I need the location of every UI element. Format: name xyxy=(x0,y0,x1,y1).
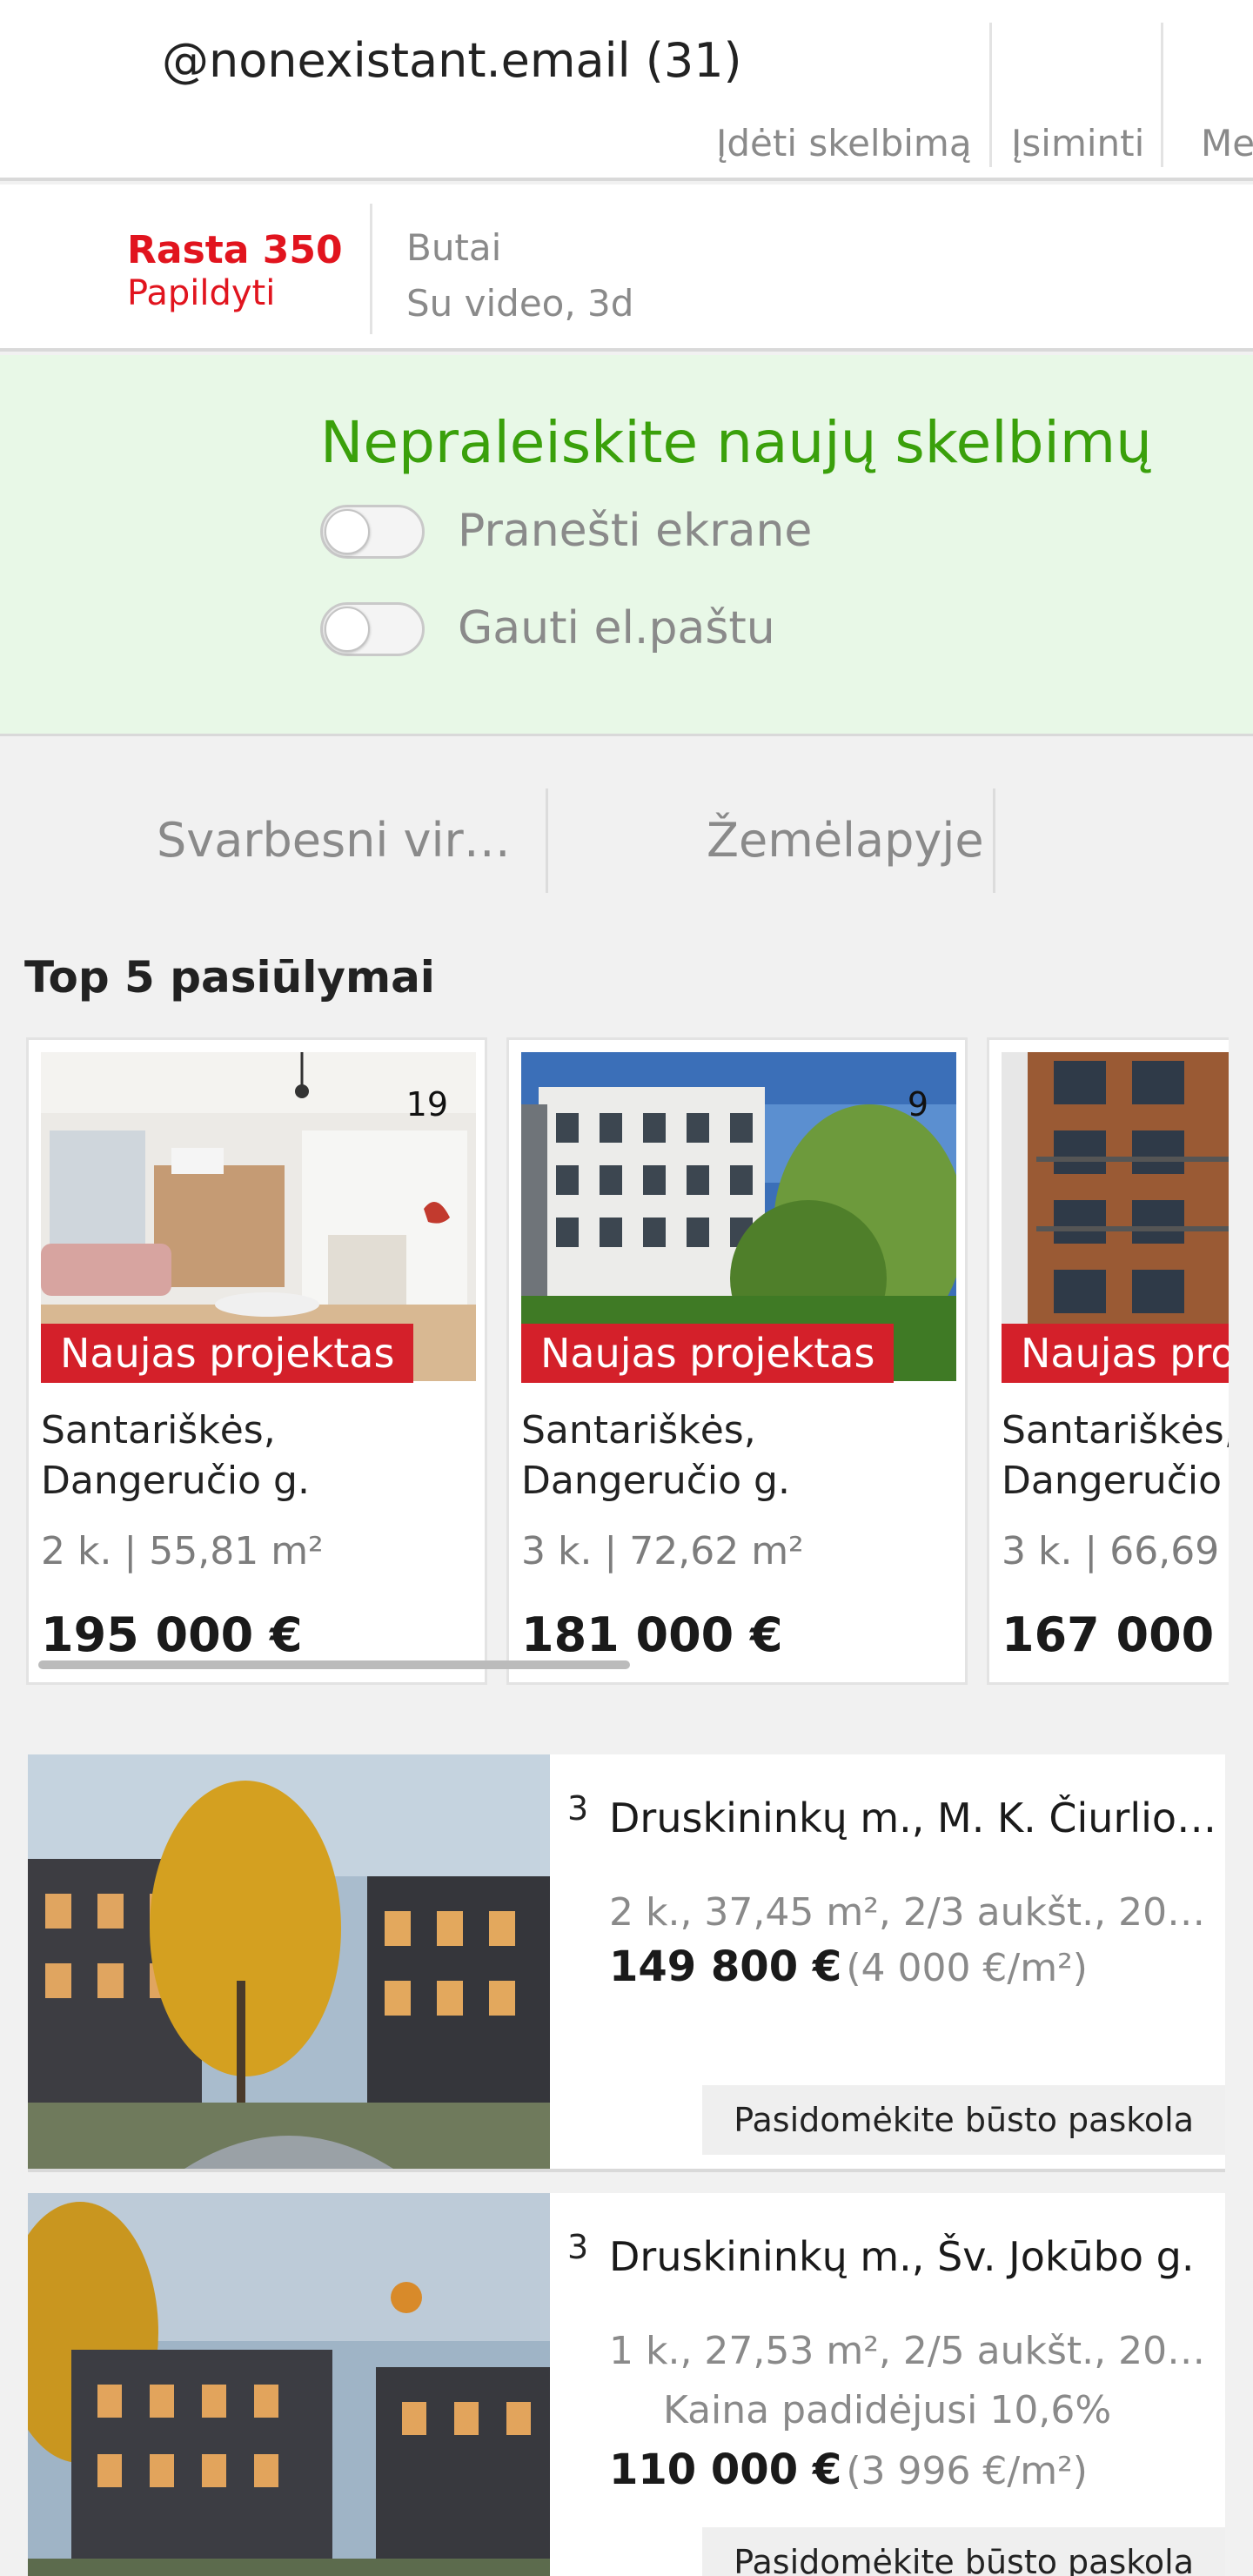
listing-photo xyxy=(28,2193,550,2576)
screen-notification-toggle[interactable] xyxy=(320,505,425,559)
listing-price: 181 000 € xyxy=(521,1607,783,1662)
new-listings-notification-panel: Nepraleiskite naujų skelbimų Pranešti ek… xyxy=(0,355,1253,736)
new-project-badge: Naujas projektas xyxy=(1002,1324,1229,1383)
top-offer-card[interactable]: 9 Naujas projektas Santariškės, Dangeruč… xyxy=(506,1037,968,1685)
listing-item[interactable]: 3 Druskininkų m., Šv. Jokūbo g. 1 k., 27… xyxy=(28,2193,1225,2576)
sort-divider xyxy=(993,788,995,893)
sort-divider xyxy=(546,788,548,893)
menu-link[interactable]: Me xyxy=(1201,122,1253,164)
listing-photo xyxy=(28,1754,550,2169)
top-offers-title: Top 5 pasiūlymai xyxy=(24,952,435,1003)
email-notification-label: Gauti el.paštu xyxy=(458,602,775,654)
photo-count: 3 xyxy=(567,2228,589,2266)
listing-price: 110 000 € xyxy=(609,2445,842,2494)
price-per-m2: (4 000 €/m²) xyxy=(846,1946,1088,1990)
address-line: Santariškės, xyxy=(1002,1408,1229,1452)
listing-price: 167 000 € xyxy=(1002,1607,1229,1662)
search-criteria-filters[interactable]: Su video, 3d xyxy=(406,282,633,325)
address-line: Dangeručio g. xyxy=(1002,1459,1229,1503)
photo-count: 3 xyxy=(567,1789,589,1828)
refine-search-link[interactable]: Papildyti xyxy=(127,273,275,313)
results-divider xyxy=(370,204,372,334)
mortgage-info-button[interactable]: Pasidomėkite būsto paskola xyxy=(702,2527,1225,2576)
results-count: Rasta 350 xyxy=(127,228,343,272)
screen-notification-label: Pranešti ekrane xyxy=(458,505,813,557)
user-email[interactable]: @nonexistant.email (31) xyxy=(162,33,742,88)
results-bar: Rasta 350 Papildyti Butai Su video, 3d xyxy=(0,184,1253,352)
address-line: Santariškės, xyxy=(41,1408,276,1452)
listing-title[interactable]: Druskininkų m., M. K. Čiurlionio g. xyxy=(609,1794,1218,1841)
email-notification-toggle[interactable] xyxy=(320,602,425,656)
carousel-scrollbar[interactable] xyxy=(38,1660,630,1669)
listing-specs: 2 k., 37,45 m², 2/3 aukšt., 2023 m. xyxy=(609,1890,1218,1935)
listing-price-line: 110 000 € (3 996 €/m²) xyxy=(609,2445,1088,2494)
top-header: @nonexistant.email (31) Įdėti skelbimą Į… xyxy=(0,0,1253,181)
listing-specs: 3 k. | 72,62 m² xyxy=(521,1529,804,1573)
listing-title[interactable]: Druskininkų m., Šv. Jokūbo g. xyxy=(609,2233,1218,2280)
toggle-knob xyxy=(325,607,370,652)
listing-price-line: 149 800 € (4 000 €/m²) xyxy=(609,1942,1088,1991)
page: @nonexistant.email (31) Įdėti skelbimą Į… xyxy=(0,0,1253,2576)
listing-item[interactable]: 3 Druskininkų m., M. K. Čiurlionio g. 2 … xyxy=(28,1754,1225,2172)
sort-map-bar: Svarbesni vir… Žemėlapyje xyxy=(0,740,1253,922)
address-line: Santariškės, xyxy=(521,1408,756,1452)
listing-specs: 3 k. | 66,69 m² xyxy=(1002,1529,1229,1573)
top-offer-card[interactable]: Naujas projektas Santariškės, Dangeručio… xyxy=(987,1037,1229,1685)
header-divider xyxy=(989,23,992,167)
mortgage-info-button[interactable]: Pasidomėkite būsto paskola xyxy=(702,2085,1225,2155)
address-line: Dangeručio g. xyxy=(521,1459,790,1503)
top-offer-card[interactable]: 19 Naujas projektas Santariškės, Dangeru… xyxy=(26,1037,487,1685)
listing-address: Santariškės, Dangeručio g. xyxy=(41,1405,310,1506)
listing-specs: 2 k. | 55,81 m² xyxy=(41,1529,324,1573)
listing-price: 149 800 € xyxy=(609,1942,842,1991)
price-per-m2: (3 996 €/m²) xyxy=(846,2449,1088,2493)
photo-count: 19 xyxy=(405,1085,448,1124)
listing-address: Santariškės, Dangeručio g. xyxy=(521,1405,790,1506)
new-project-badge: Naujas projektas xyxy=(41,1324,414,1383)
map-view-button[interactable]: Žemėlapyje xyxy=(707,813,984,868)
photo-count: 9 xyxy=(907,1085,928,1124)
notification-title: Nepraleiskite naujų skelbimų xyxy=(320,409,1152,476)
sort-dropdown[interactable]: Svarbesni vir… xyxy=(157,813,511,868)
top-offers-carousel[interactable]: 19 Naujas projektas Santariškės, Dangeru… xyxy=(0,1037,1229,1687)
address-line: Dangeručio g. xyxy=(41,1459,310,1503)
search-criteria-category[interactable]: Butai xyxy=(406,226,501,269)
listing-price: 195 000 € xyxy=(41,1607,303,1662)
toggle-knob xyxy=(325,509,370,554)
header-divider xyxy=(1161,23,1163,167)
listing-address: Santariškės, Dangeručio g. xyxy=(1002,1405,1229,1506)
listing-specs: 1 k., 27,53 m², 2/5 aukšt., 2023 m. xyxy=(609,2329,1218,2373)
new-project-badge: Naujas projektas xyxy=(521,1324,895,1383)
saved-link[interactable]: Įsiminti xyxy=(1011,122,1144,164)
post-ad-link[interactable]: Įdėti skelbimą xyxy=(716,122,972,164)
price-change-note: Kaina padidėjusi 10,6% xyxy=(663,2388,1112,2432)
